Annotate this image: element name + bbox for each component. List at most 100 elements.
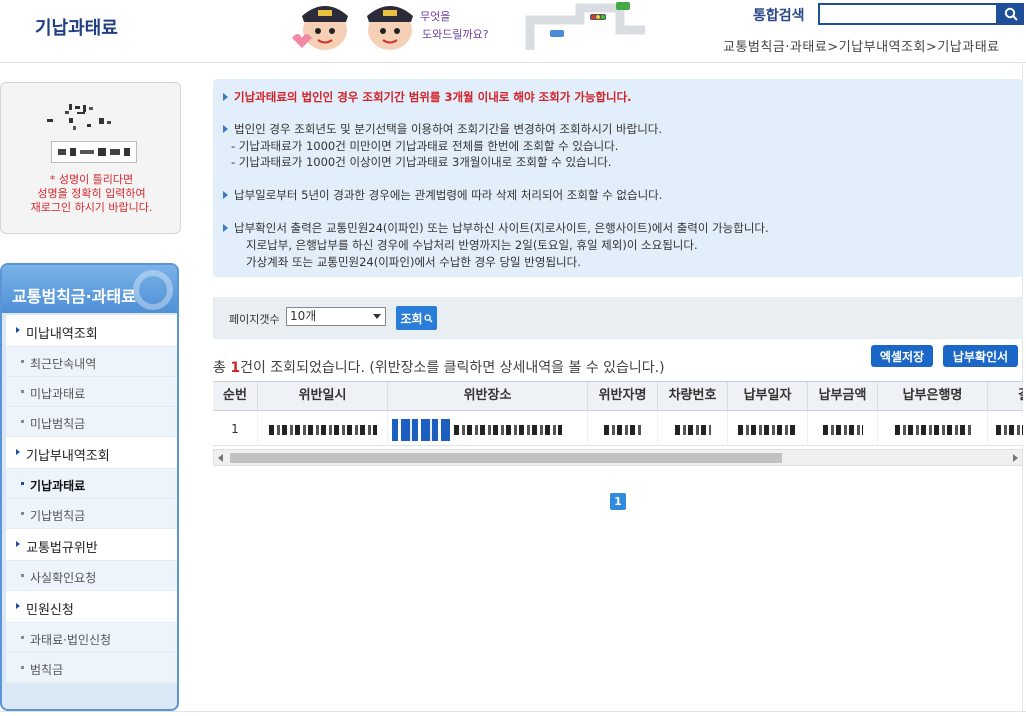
notice-text: 기납과태료의 법인인 경우 조회기간 범위를 3개월 이내로 해야 조회가 가능… [234, 90, 632, 104]
sidebar-item-label: 기납과태료 [30, 479, 86, 493]
violation-datetime-cell [258, 412, 388, 446]
bullet-icon [223, 125, 228, 133]
captcha-input[interactable] [51, 141, 137, 163]
captcha-error-line2: 성명을 정확히 입력하여 [37, 187, 146, 200]
dot-icon [21, 390, 24, 393]
page-number-current[interactable]: 1 [610, 493, 626, 510]
magnifier-icon [423, 313, 433, 323]
bullet-icon [223, 224, 228, 232]
dot-icon [21, 360, 24, 363]
sidebar: 교통범칙금·과태료 미납내역조회 최근단속내역 미납과태료 미납범칙금 기납부내… [0, 263, 179, 711]
sidebar-item-unpaid-penalties[interactable]: 미납범칙금 [6, 407, 177, 437]
search-submit-button[interactable]: 조회 [396, 306, 437, 330]
search-icon [1004, 7, 1018, 21]
scroll-right-icon[interactable] [1013, 454, 1018, 462]
mascot-banner-image: 무엇을 도와드릴까요? [290, 0, 650, 50]
captcha-error-line3: 재로그인 하시기 바랍니다. [30, 201, 153, 214]
table-row[interactable]: 1 [213, 412, 1023, 446]
sidebar-menu: 미납내역조회 최근단속내역 미납과태료 미납범칙금 기납부내역조회 기납과태료 … [6, 315, 177, 683]
sidebar-item-label: 범칙금 [30, 663, 64, 677]
notice-text: 납부확인서 출력은 교통민원24(이파인) 또는 납부하신 사이트(지로사이트,… [234, 221, 769, 235]
column-header: 결 [988, 382, 1023, 412]
sidebar-item-traffic-violation[interactable]: 교통법규위반 [6, 529, 177, 561]
results-table: 순번 위반일시 위반장소 위반자명 차량번호 납부일자 납부금액 납부은행명 결… [213, 381, 1023, 467]
sidebar-item-paid-fines[interactable]: 기납과태료 [6, 469, 177, 499]
sidebar-item-label: 미납과태료 [30, 387, 86, 401]
scrollbar-thumb[interactable] [230, 453, 782, 463]
dot-icon [21, 420, 24, 423]
violator-name-cell [588, 412, 658, 446]
column-header: 납부일자 [728, 382, 808, 412]
sidebar-item-label: 사실확인요청 [30, 571, 97, 585]
notice-line: 법인인 경우 조회년도 및 분기선택을 이용하여 조회기간을 변경하여 조회하시… [223, 121, 662, 137]
notice-line: 지로납부, 은행납부를 하신 경우에 수납처리 반영까지는 2일(토요일, 휴일… [246, 238, 698, 252]
sidebar-item-civil-request[interactable]: 민원신청 [6, 591, 177, 623]
sidebar-item-label: 기납부내역조회 [26, 449, 110, 464]
triangle-icon [16, 327, 20, 333]
notice-text: 법인인 경우 조회년도 및 분기선택을 이용하여 조회기간을 변경하여 조회하시… [234, 122, 663, 136]
sidebar-item-fine-corporate-request[interactable]: 과태료·법인신청 [6, 623, 177, 653]
page-size-value: 10개 [290, 309, 317, 323]
sidebar-item-paid-inquiry[interactable]: 기납부내역조회 [6, 437, 177, 469]
notice-line: 기납과태료의 법인인 경우 조회기간 범위를 3개월 이내로 해야 조회가 가능… [223, 89, 632, 105]
sidebar-item-label: 교통법규위반 [26, 541, 98, 556]
result-count: 1 [230, 360, 241, 376]
captcha-panel: * 성명이 틀리다면 성명을 정확히 입력하여 재로그인 하시기 바랍니다. [0, 82, 181, 234]
dot-icon [21, 666, 24, 669]
search-label: 통합검색 [753, 8, 805, 24]
page-title: 기납과태료 [35, 18, 118, 39]
triangle-icon [16, 603, 20, 609]
notice-line: 납부일로부터 5년이 경과한 경우에는 관계법령에 따라 삭제 처리되어 조회할… [223, 187, 662, 203]
chevron-down-icon [373, 314, 381, 319]
search-button[interactable] [998, 3, 1024, 25]
bullet-icon [223, 93, 228, 101]
dot-icon [21, 482, 24, 485]
captcha-error-line1: * 성명이 틀리다면 [49, 173, 134, 186]
captcha-image [39, 101, 129, 141]
table-header: 순번 위반일시 위반장소 위반자명 차량번호 납부일자 납부금액 납부은행명 결 [213, 381, 1023, 412]
filter-bar: 페이지갯수 10개 조회 [213, 297, 1023, 339]
mascot-text-line1: 무엇을 [420, 10, 450, 23]
vehicle-number-cell [658, 412, 728, 446]
excel-save-button[interactable]: 엑셀저장 [871, 345, 933, 367]
sidebar-item-recent-enforcement[interactable]: 최근단속내역 [6, 347, 177, 377]
captcha-error-text: * 성명이 틀리다면 성명을 정확히 입력하여 재로그인 하시기 바랍니다. [1, 173, 182, 215]
scroll-left-icon[interactable] [218, 454, 223, 462]
dot-icon [21, 636, 24, 639]
column-header: 납부은행명 [878, 382, 988, 412]
column-header: 위반일시 [258, 382, 388, 412]
sidebar-item-unpaid-fines[interactable]: 미납과태료 [6, 377, 177, 407]
triangle-icon [16, 449, 20, 455]
horizontal-scrollbar[interactable] [213, 449, 1023, 466]
search-input[interactable] [818, 3, 998, 25]
notice-text: 납부일로부터 5년이 경과한 경우에는 관계법령에 따라 삭제 처리되어 조회할… [234, 188, 663, 202]
sidebar-item-label: 미납범칙금 [30, 417, 86, 431]
mascot-text-line2: 도와드릴까요? [422, 28, 489, 41]
notice-line: - 기납과태료가 1000건 이상이면 기납과태료 3개월이내로 조회할 수 있… [231, 155, 612, 169]
result-prefix: 총 [213, 360, 231, 376]
notice-line: - 기납과태료가 1000건 미만이면 기납과태료 전체를 한번에 조회할 수 … [231, 139, 619, 153]
violation-location-cell[interactable] [388, 412, 588, 446]
payment-date-cell [728, 412, 808, 446]
payment-bank-cell [878, 412, 988, 446]
sidebar-header: 교통범칙금·과태료 [2, 265, 177, 313]
column-header: 위반장소 [388, 382, 588, 412]
dot-icon [21, 574, 24, 577]
bullet-icon [223, 191, 228, 199]
column-header: 순번 [213, 382, 258, 412]
sidebar-item-fact-check-request[interactable]: 사실확인요청 [6, 561, 177, 591]
search-submit-label: 조회 [400, 311, 423, 326]
sidebar-item-unpaid-inquiry[interactable]: 미납내역조회 [6, 315, 177, 347]
page-size-select[interactable]: 10개 [286, 307, 386, 326]
sidebar-item-penalty[interactable]: 범칙금 [6, 653, 177, 683]
payment-receipt-button[interactable]: 납부확인서 [943, 345, 1018, 367]
breadcrumb: 교통범칙금·과태료>기납부내역조회>기납과태료 [723, 40, 1000, 55]
sidebar-item-label: 미납내역조회 [26, 327, 98, 342]
sidebar-item-paid-penalties[interactable]: 기납범칙금 [6, 499, 177, 529]
dot-icon [21, 512, 24, 515]
result-suffix: 건이 조회되었습니다. (위반장소를 클릭하면 상세내역을 볼 수 있습니다.) [240, 360, 665, 376]
result-count-text: 총 1건이 조회되었습니다. (위반장소를 클릭하면 상세내역을 볼 수 있습니… [213, 357, 665, 377]
sidebar-item-label: 민원신청 [26, 603, 74, 618]
sidebar-swirl-icon [133, 270, 173, 310]
notice-box: 기납과태료의 법인인 경우 조회기간 범위를 3개월 이내로 해야 조회가 가능… [213, 79, 1023, 277]
